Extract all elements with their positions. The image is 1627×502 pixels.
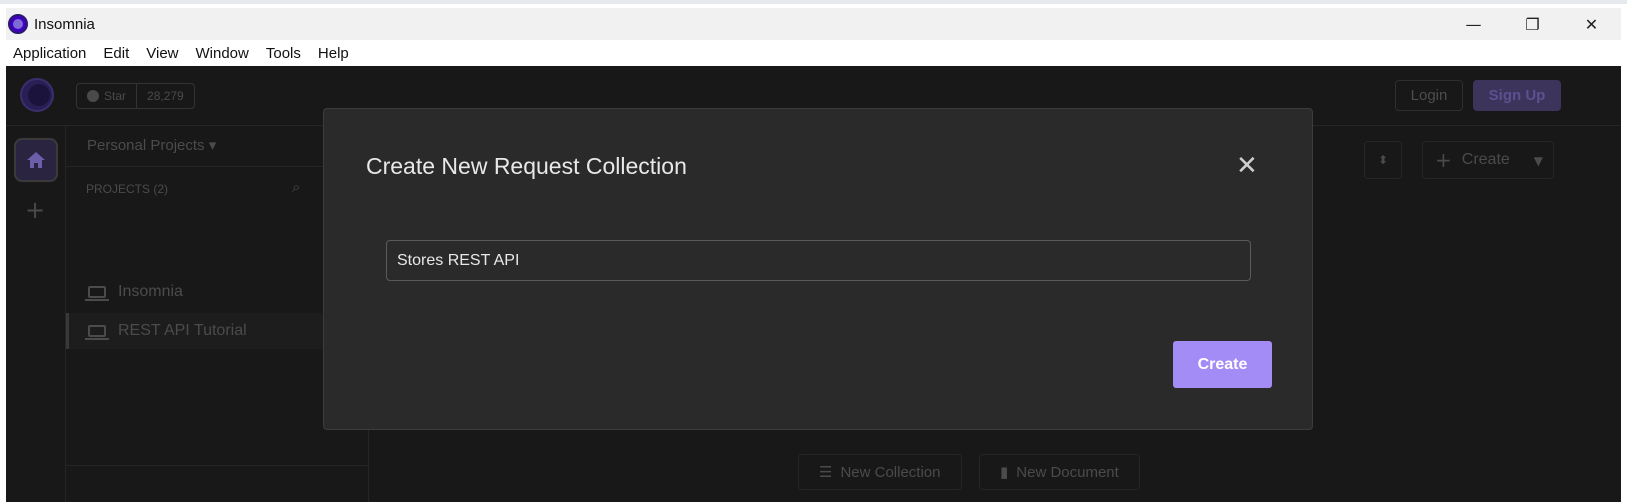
modal-title: Create New Request Collection xyxy=(366,153,687,179)
close-icon[interactable]: ✕ xyxy=(1236,151,1258,181)
new-document-label: New Document xyxy=(1016,463,1119,481)
github-icon xyxy=(87,90,99,102)
new-document-button[interactable]: ▮ New Document xyxy=(979,454,1140,490)
menu-view[interactable]: View xyxy=(146,45,178,62)
new-collection-label: New Collection xyxy=(840,463,941,481)
create-label: Create xyxy=(1461,151,1510,168)
menu-window[interactable]: Window xyxy=(196,45,249,62)
project-name: REST API Tutorial xyxy=(118,322,247,339)
github-star-button[interactable]: Star 28,279 xyxy=(76,83,195,109)
create-collection-modal: Create New Request Collection ✕ Create xyxy=(323,108,1313,430)
signup-button[interactable]: Sign Up xyxy=(1473,80,1561,111)
insomnia-app-icon xyxy=(8,14,28,34)
window-frame: Insomnia — ❐ ✕ Application Edit View Win… xyxy=(0,0,1627,502)
add-organization-icon[interactable]: + xyxy=(25,196,45,224)
new-collection-button[interactable]: ☰ New Collection xyxy=(798,454,962,490)
menu-bar: Application Edit View Window Tools Help xyxy=(6,40,1621,66)
divider xyxy=(66,465,369,466)
restore-icon: ❐ xyxy=(1525,14,1540,34)
insomnia-logo-icon[interactable] xyxy=(20,78,54,112)
close-icon: ✕ xyxy=(1584,14,1599,34)
project-name: Insomnia xyxy=(118,283,183,300)
search-icon[interactable]: ⌕ xyxy=(292,178,300,196)
github-star-count: 28,279 xyxy=(147,89,184,103)
personal-projects-dropdown[interactable]: Personal Projects ▾ xyxy=(87,136,216,154)
document-icon: ▮ xyxy=(1000,463,1009,481)
title-bar: Insomnia — ❐ ✕ xyxy=(6,8,1621,40)
home-button[interactable] xyxy=(14,138,58,182)
window-controls: — ❐ ✕ xyxy=(1444,8,1621,40)
menu-tools[interactable]: Tools xyxy=(266,45,301,62)
laptop-icon xyxy=(85,325,109,340)
menu-application[interactable]: Application xyxy=(13,45,86,62)
menu-help[interactable]: Help xyxy=(318,45,349,62)
login-button[interactable]: Login xyxy=(1395,80,1463,111)
projects-header: PROJECTS (2) xyxy=(86,182,169,196)
create-button[interactable]: Create xyxy=(1173,341,1272,388)
home-icon xyxy=(27,152,45,168)
menu-edit[interactable]: Edit xyxy=(103,45,129,62)
laptop-icon xyxy=(85,286,109,301)
left-rail: + xyxy=(6,126,66,502)
window-title: Insomnia xyxy=(34,15,95,33)
minimize-icon: — xyxy=(1465,14,1482,34)
chevron-down-icon: ▼ xyxy=(1533,154,1543,168)
sort-button[interactable]: ⬍ xyxy=(1364,141,1402,179)
create-dropdown-button[interactable]: + Create ▼ xyxy=(1422,141,1554,179)
collection-name-input[interactable] xyxy=(386,240,1251,281)
maximize-button[interactable]: ❐ xyxy=(1503,8,1562,40)
close-window-button[interactable]: ✕ xyxy=(1562,8,1621,40)
list-icon: ☰ xyxy=(819,463,833,481)
minimize-button[interactable]: — xyxy=(1444,8,1503,40)
github-star-label: Star xyxy=(104,89,127,103)
sort-icon: ⬍ xyxy=(1377,153,1389,167)
plus-icon: + xyxy=(1435,148,1452,172)
